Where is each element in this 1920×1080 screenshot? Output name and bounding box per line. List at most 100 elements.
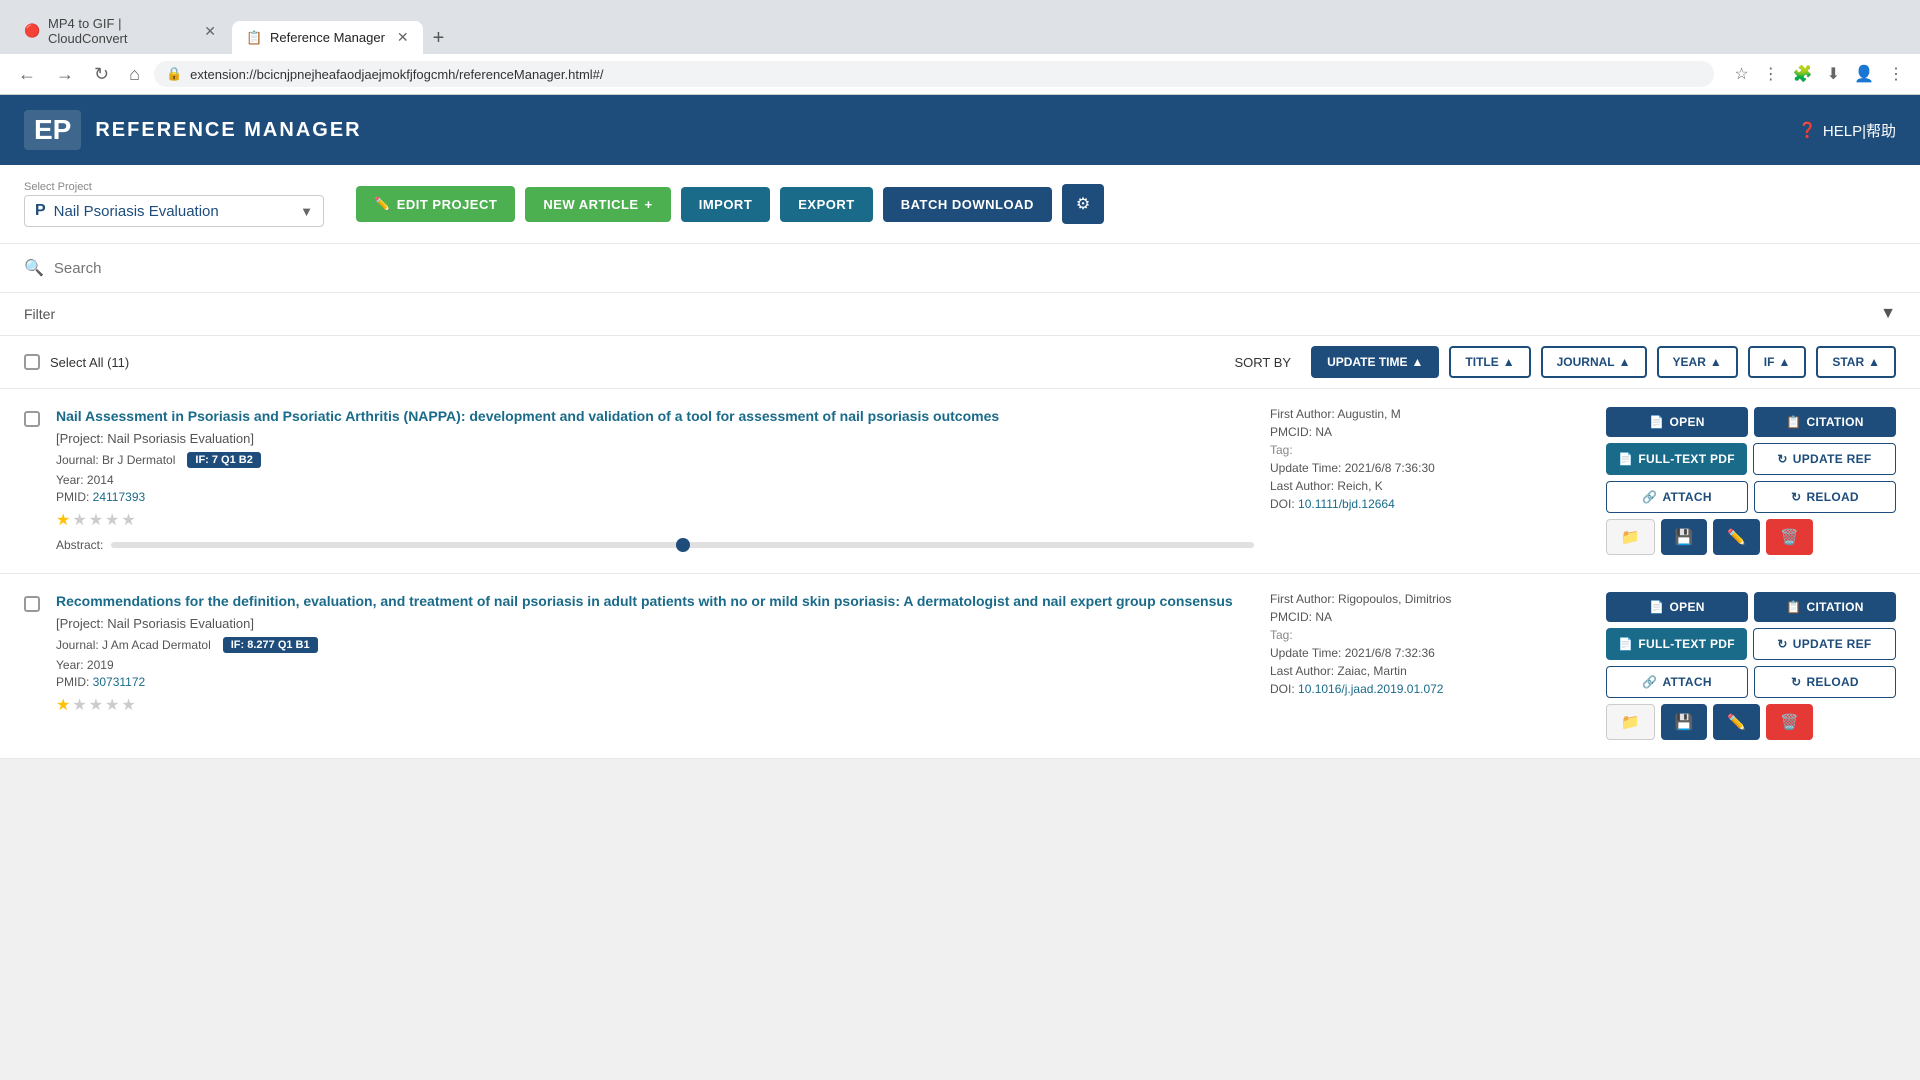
- citation-icon-2: 📋: [1786, 600, 1801, 614]
- sort-journal-button[interactable]: JOURNAL ▲: [1541, 346, 1647, 378]
- pmid-link-2[interactable]: 30731172: [93, 675, 146, 689]
- edit-project-button[interactable]: ✏️ EDIT PROJECT: [356, 186, 515, 222]
- profile-icon[interactable]: 👤: [1850, 60, 1878, 88]
- article-title-2[interactable]: Recommendations for the definition, eval…: [56, 592, 1254, 612]
- download-icon[interactable]: ⬇: [1823, 60, 1844, 88]
- abstract-slider-thumb-1[interactable]: [676, 538, 690, 552]
- browser-menu-icon[interactable]: ⋮: [1759, 60, 1783, 88]
- sort-if-button[interactable]: IF ▲: [1748, 346, 1807, 378]
- select-all-container: Select All (11): [24, 354, 129, 370]
- import-label: IMPORT: [699, 197, 753, 212]
- citation-button-1[interactable]: 📋 CITATION: [1754, 407, 1896, 437]
- attach-button-2[interactable]: 🔗 ATTACH: [1606, 666, 1748, 698]
- tab-reference-manager[interactable]: 📋 Reference Manager ✕: [232, 21, 423, 54]
- export-label: EXPORT: [798, 197, 854, 212]
- star-2-3[interactable]: ★: [89, 695, 103, 715]
- filter-bar[interactable]: Filter ▼: [0, 293, 1920, 336]
- sort-title-button[interactable]: TITLE ▲: [1449, 346, 1530, 378]
- folder-button-1[interactable]: 📁: [1606, 519, 1655, 555]
- search-input[interactable]: [54, 260, 1896, 277]
- link-icon-1: 🔗: [1642, 490, 1657, 504]
- tab-close-ref[interactable]: ✕: [397, 29, 409, 46]
- edit-button-2[interactable]: ✏️: [1713, 704, 1760, 740]
- star-2-1[interactable]: ★: [56, 695, 70, 715]
- abstract-slider-1[interactable]: [111, 542, 1254, 548]
- forward-button[interactable]: →: [50, 62, 80, 87]
- doi-link-2[interactable]: 10.1016/j.jaad.2019.01.072: [1298, 682, 1443, 696]
- citation-label-2: CITATION: [1806, 600, 1863, 614]
- article-title-1[interactable]: Nail Assessment in Psoriasis and Psoriat…: [56, 407, 1254, 427]
- reload-button-1[interactable]: ↻ RELOAD: [1754, 481, 1896, 513]
- if-badge-1: IF: 7 Q1 B2: [187, 452, 260, 468]
- open-button-1[interactable]: 📄 OPEN: [1606, 407, 1748, 437]
- open-label-1: OPEN: [1670, 415, 1705, 429]
- tab-favicon-ref: 📋: [246, 30, 262, 46]
- extensions-icon[interactable]: 🧩: [1789, 60, 1817, 88]
- help-button[interactable]: ❓ HELP|帮助: [1798, 120, 1896, 141]
- sort-star-button[interactable]: STAR ▲: [1816, 346, 1896, 378]
- project-dropdown[interactable]: P Nail Psoriasis Evaluation ▼: [24, 195, 324, 227]
- star-2-4[interactable]: ★: [105, 695, 119, 715]
- reload-button-2[interactable]: ↻ RELOAD: [1754, 666, 1896, 698]
- sort-update-time-button[interactable]: UPDATE TIME ▲: [1311, 346, 1439, 378]
- new-tab-button[interactable]: +: [425, 23, 453, 54]
- citation-label-1: CITATION: [1806, 415, 1863, 429]
- action-row-1-1: 📄 OPEN 📋 CITATION: [1606, 407, 1896, 437]
- file-icon-1: 📄: [1649, 415, 1664, 429]
- delete-button-2[interactable]: 🗑️: [1766, 704, 1813, 740]
- article-meta-right-2: First Author: Rigopoulos, Dimitrios PMCI…: [1270, 592, 1590, 700]
- batch-download-button[interactable]: BATCH DOWNLOAD: [883, 187, 1052, 222]
- star-2-2[interactable]: ★: [72, 695, 86, 715]
- batch-download-label: BATCH DOWNLOAD: [901, 197, 1034, 212]
- star-2-5[interactable]: ★: [121, 695, 135, 715]
- folder-button-2[interactable]: 📁: [1606, 704, 1655, 740]
- import-button[interactable]: IMPORT: [681, 187, 771, 222]
- article-checkbox-2[interactable]: [24, 596, 40, 612]
- tab-cloudconvert[interactable]: 🔴 MP4 to GIF | CloudConvert ✕: [10, 8, 230, 54]
- full-text-pdf-button-1[interactable]: 📄 FULL-TEXT PDF: [1606, 443, 1747, 475]
- full-text-pdf-button-2[interactable]: 📄 FULL-TEXT PDF: [1606, 628, 1747, 660]
- export-button[interactable]: EXPORT: [780, 187, 872, 222]
- star-1-5[interactable]: ★: [121, 510, 135, 530]
- article-body-2: Recommendations for the definition, eval…: [56, 592, 1254, 715]
- home-button[interactable]: ⌂: [123, 62, 146, 87]
- address-bar[interactable]: 🔒 extension://bcicnjpnejheafaodjaejmokfj…: [154, 61, 1714, 87]
- star-1-4[interactable]: ★: [105, 510, 119, 530]
- article-checkbox-1[interactable]: [24, 411, 40, 427]
- sort-update-time-label: UPDATE TIME: [1327, 355, 1407, 369]
- article-stars-1[interactable]: ★ ★ ★ ★ ★: [56, 510, 1254, 530]
- open-button-2[interactable]: 📄 OPEN: [1606, 592, 1748, 622]
- abstract-label-1: Abstract:: [56, 538, 103, 552]
- attach-button-1[interactable]: 🔗 ATTACH: [1606, 481, 1748, 513]
- back-button[interactable]: ←: [12, 62, 42, 87]
- article-year-1: Year: 2014: [56, 473, 114, 487]
- star-1-1[interactable]: ★: [56, 510, 70, 530]
- sort-year-button[interactable]: YEAR ▲: [1657, 346, 1738, 378]
- star-1-2[interactable]: ★: [72, 510, 86, 530]
- save-button-2[interactable]: 💾: [1661, 704, 1708, 740]
- article-meta-row-1: Journal: Br J Dermatol IF: 7 Q1 B2: [56, 452, 1254, 468]
- refresh-icon-2: ↻: [1777, 637, 1787, 651]
- attach-label-2: ATTACH: [1662, 675, 1711, 689]
- pmid-link-1[interactable]: 24117393: [93, 490, 146, 504]
- doi-link-1[interactable]: 10.1111/bjd.12664: [1298, 497, 1395, 511]
- article-stars-2[interactable]: ★ ★ ★ ★ ★: [56, 695, 1254, 715]
- citation-button-2[interactable]: 📋 CITATION: [1754, 592, 1896, 622]
- save-button-1[interactable]: 💾: [1661, 519, 1708, 555]
- update-ref-button-1[interactable]: ↻ UPDATE REF: [1753, 443, 1896, 475]
- star-1-3[interactable]: ★: [89, 510, 103, 530]
- sort-update-time-arrow: ▲: [1412, 355, 1424, 369]
- settings-gear-button[interactable]: ⚙: [1062, 184, 1104, 224]
- settings-icon[interactable]: ⋮: [1884, 60, 1908, 88]
- select-all-checkbox[interactable]: [24, 354, 40, 370]
- action-row-1-4: 📁 💾 ✏️ 🗑️: [1606, 519, 1896, 555]
- edit-button-1[interactable]: ✏️: [1713, 519, 1760, 555]
- delete-button-1[interactable]: 🗑️: [1766, 519, 1813, 555]
- reload-button[interactable]: ↻: [88, 62, 115, 87]
- tab-close-cloudconvert[interactable]: ✕: [204, 23, 216, 40]
- update-ref-button-2[interactable]: ↻ UPDATE REF: [1753, 628, 1896, 660]
- pdf-icon-2: 📄: [1618, 637, 1633, 651]
- article-journal-2: Journal: J Am Acad Dermatol: [56, 638, 211, 652]
- bookmark-star-icon[interactable]: ☆: [1730, 60, 1752, 88]
- new-article-button[interactable]: NEW ARTICLE +: [525, 187, 670, 222]
